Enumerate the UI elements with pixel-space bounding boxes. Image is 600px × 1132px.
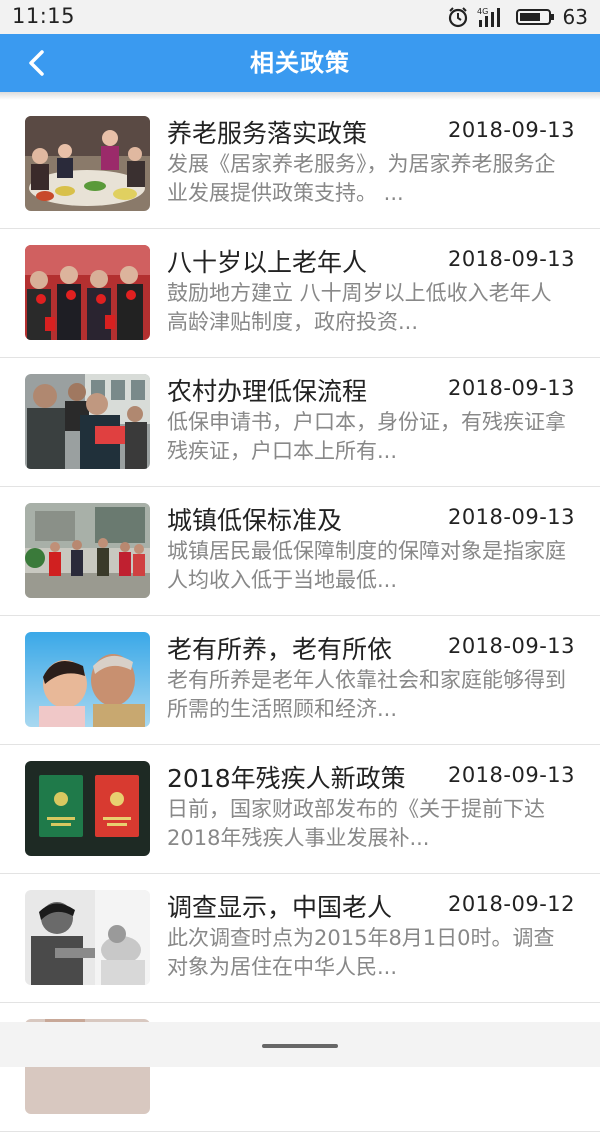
policy-list: 养老服务落实政策 2018-09-13 发展《居家养老服务》，为居家养老服务企业… <box>0 100 600 1132</box>
item-title: 养老服务落实政策 <box>167 119 368 148</box>
gesture-bar <box>0 1022 600 1067</box>
item-date: 2018-09-13 <box>447 118 575 142</box>
item-title: 城镇低保标准及 <box>167 506 343 535</box>
page-title: 相关政策 <box>250 49 350 77</box>
home-indicator[interactable] <box>262 1044 338 1048</box>
status-icons: 4G 63 <box>447 4 588 30</box>
thumbnail-image <box>25 632 150 727</box>
list-item[interactable]: 城镇低保标准及 2018-09-13 城镇居民最低保障制度的保障对象是指家庭人均… <box>0 487 600 616</box>
thumbnail-image <box>25 374 150 469</box>
list-item[interactable]: 八十岁以上老年人 2018-09-13 鼓励地方建立 八十周岁以上低收入老年人 … <box>0 229 600 358</box>
item-date: 2018-09-13 <box>447 247 575 271</box>
list-item[interactable]: 调查显示，中国老人 2018-09-12 此次调查时点为2015年8月1日0时。… <box>0 874 600 1003</box>
item-title: 八十岁以上老年人 <box>167 248 368 277</box>
list-item[interactable]: 农村办理低保流程 2018-09-13 低保申请书，户口本，身份证，有残疾证拿残… <box>0 358 600 487</box>
item-summary: 此次调查时点为2015年8月1日0时。调查对象为居住在中华人民... <box>167 926 555 979</box>
thumbnail-image <box>25 245 150 340</box>
alarm-icon <box>448 7 467 28</box>
item-date: 2018-09-13 <box>447 634 575 658</box>
network-label: 4G <box>477 7 488 16</box>
status-bar: 11:15 4G 63 <box>0 0 600 34</box>
app-header: 相关政策 <box>0 34 600 92</box>
item-title: 农村办理低保流程 <box>167 377 368 406</box>
item-title: 老有所养，老有所依 <box>167 635 393 664</box>
battery-percent: 63 <box>562 5 588 29</box>
item-summary: 鼓励地方建立 八十周岁以上低收入老年人 高龄津贴制度，政府投资... <box>167 281 552 334</box>
item-date: 2018-09-13 <box>447 505 575 529</box>
item-summary: 发展《居家养老服务》，为居家养老服务企业发展提供政策支持。 ... <box>167 152 556 205</box>
item-summary: 老有所养是老年人依靠社会和家庭能够得到所需的生活照顾和经济... <box>167 668 566 721</box>
item-date: 2018-09-13 <box>447 376 575 400</box>
signal-icon: 4G <box>477 7 500 27</box>
thumbnail-image <box>25 890 150 985</box>
item-title: 调查显示，中国老人 <box>167 893 393 922</box>
list-item[interactable]: 老有所养，老有所依 2018-09-13 老有所养是老年人依靠社会和家庭能够得到… <box>0 616 600 745</box>
list-item[interactable]: 2018年残疾人新政策 2018-09-13 日前，国家财政部发布的《关于提前下… <box>0 745 600 874</box>
item-date: 2018-09-13 <box>447 763 575 787</box>
thumbnail-image <box>25 503 150 598</box>
item-title: 2018年残疾人新政策 <box>167 764 406 793</box>
thumbnail-image <box>25 116 150 211</box>
item-summary: 城镇居民最低保障制度的保障对象是指家庭人均收入低于当地最低... <box>167 539 566 592</box>
thumbnail-image <box>25 761 150 856</box>
battery-icon <box>515 9 554 25</box>
list-item[interactable]: 养老服务落实政策 2018-09-13 发展《居家养老服务》，为居家养老服务企业… <box>0 100 600 229</box>
item-summary: 日前，国家财政部发布的《关于提前下达2018年残疾人事业发展补... <box>167 797 545 850</box>
item-summary: 低保申请书，户口本，身份证，有残疾证拿残疾证，户口本上所有... <box>167 410 566 463</box>
header-shadow <box>0 92 600 100</box>
item-date: 2018-09-12 <box>447 892 575 916</box>
status-time: 11:15 <box>12 4 76 28</box>
